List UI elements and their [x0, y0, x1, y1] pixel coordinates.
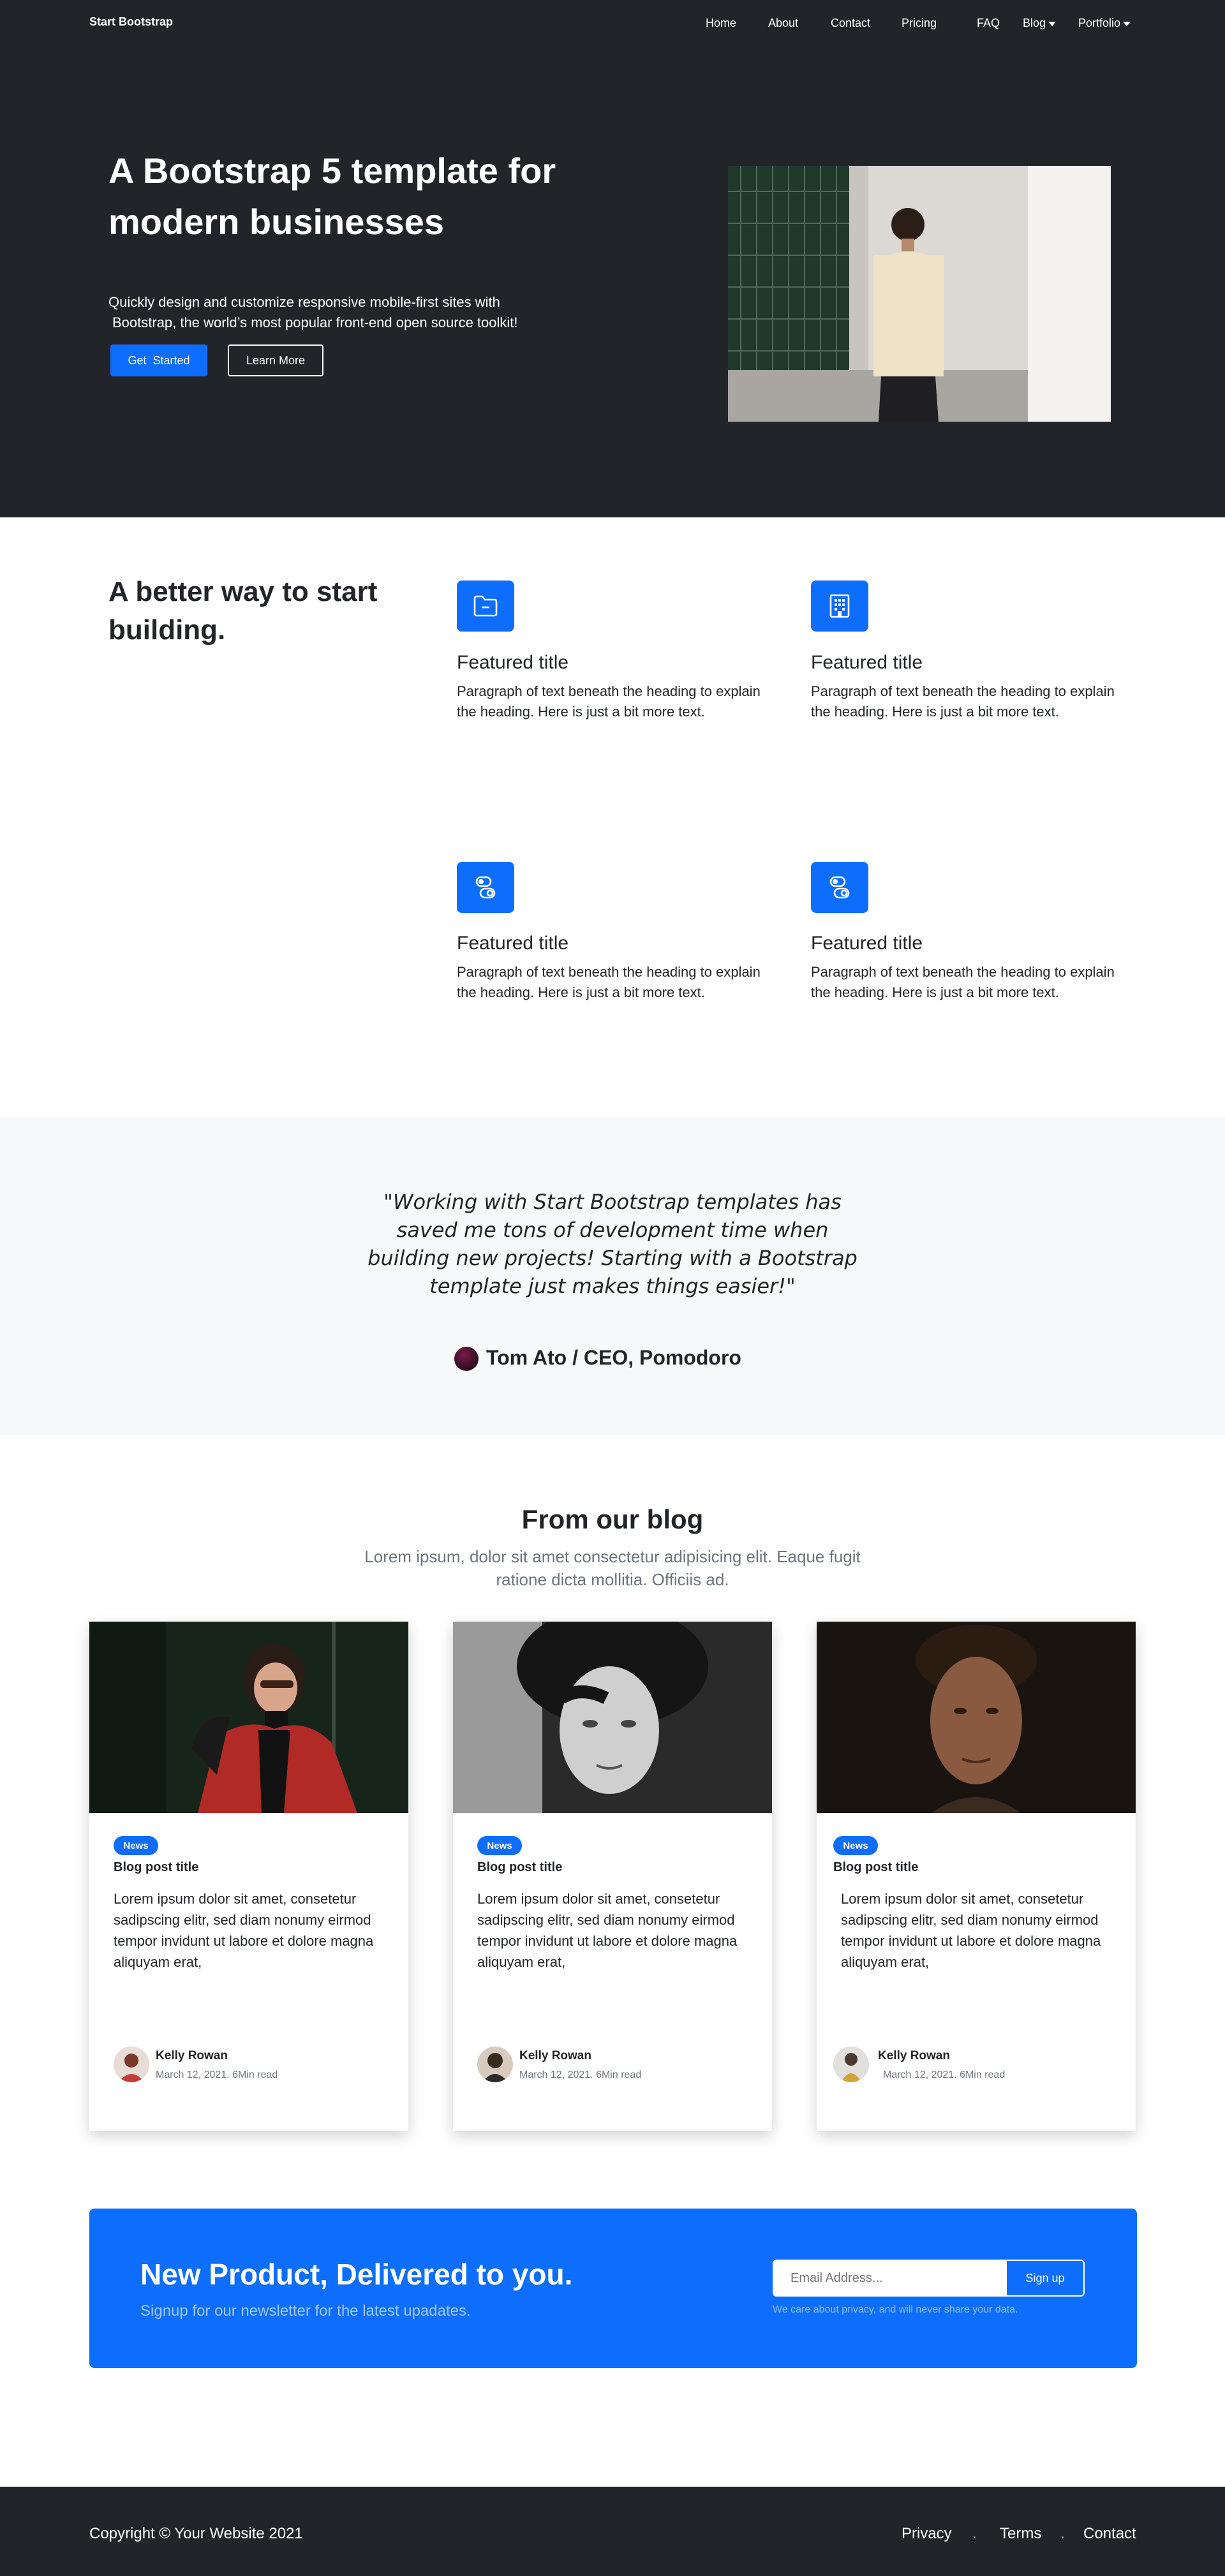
newsletter-title: New Product, Delivered to you.: [140, 2258, 573, 2291]
hero-subtitle-line: Bootstrap, the world’s most popular fron…: [112, 315, 518, 330]
author-name: Kelly Rowan: [519, 2049, 591, 2062]
feature-title: Featured title: [811, 652, 923, 673]
blog-post-title[interactable]: Blog post title: [833, 1860, 918, 1875]
nav-link-contact[interactable]: Contact: [831, 17, 870, 30]
hero-title: A Bootstrap 5 template for modern busine…: [108, 151, 556, 242]
newsletter-subtitle: Signup for our newsletter for the latest…: [140, 2302, 471, 2320]
testimonial-quote: "Working with Start Bootstrap templates …: [368, 1190, 858, 1298]
get-started-button[interactable]: Get Started: [110, 344, 207, 376]
nav-dropdown-portfolio[interactable]: Portfolio: [1078, 17, 1131, 30]
hero-subtitle: Quickly design and customize responsive …: [108, 292, 593, 333]
feature-title: Featured title: [457, 652, 569, 673]
avatar-illustration: [114, 2047, 149, 2082]
feature-title: Featured title: [811, 933, 923, 954]
nav-dropdown-blog[interactable]: Blog: [1023, 17, 1057, 30]
blog-post-title[interactable]: Blog post title: [477, 1860, 562, 1875]
post-meta: March 12, 2021. 6Min read: [519, 2069, 642, 2080]
caret-down-icon: [1123, 21, 1131, 26]
footer-link-terms[interactable]: Terms: [1000, 2525, 1041, 2543]
nav-link-home[interactable]: Home: [706, 17, 736, 30]
hero-photo-illustration: [728, 166, 1111, 422]
hero-subtitle-line: Quickly design and customize responsive …: [108, 294, 500, 310]
nav-link-faq[interactable]: FAQ: [977, 17, 1000, 30]
blog-photo-illustration: [817, 1622, 1136, 1813]
footer-link-contact[interactable]: Contact: [1083, 2525, 1136, 2543]
caret-down-icon: [1048, 21, 1057, 26]
blog-post-title[interactable]: Blog post title: [114, 1860, 198, 1875]
feature-icon-box: [457, 581, 514, 632]
blog-card-image: [817, 1622, 1136, 1813]
blog-photo-illustration: [453, 1622, 772, 1813]
blog-heading: From our blog: [521, 1504, 704, 1534]
nav-link-pricing[interactable]: Pricing: [902, 17, 937, 30]
email-input[interactable]: [773, 2260, 1006, 2297]
author-avatar: [454, 1347, 479, 1371]
signup-button[interactable]: Sign up: [1006, 2260, 1085, 2297]
feature-icon-box: [811, 581, 868, 632]
blog-photo-illustration: [89, 1622, 408, 1813]
building-icon: [829, 594, 850, 618]
blog-subtitle: Lorem ipsum, dolor sit amet consectetur …: [364, 1547, 861, 1589]
blog-post-excerpt: Lorem ipsum dolor sit amet, consetetur s…: [114, 1891, 374, 1970]
blog-card[interactable]: News Blog post title Lorem ipsum dolor s…: [817, 1622, 1136, 2131]
post-meta: March 12, 2021. 6Min read: [156, 2069, 278, 2080]
feature-text: Paragraph of text beneath the heading to…: [457, 964, 761, 1000]
feature-icon-box: [811, 862, 868, 913]
footer-link-privacy[interactable]: Privacy: [902, 2525, 952, 2543]
toggles-icon: [829, 876, 850, 899]
nav-link-about[interactable]: About: [768, 17, 798, 30]
author-avatar: [114, 2047, 149, 2082]
testimonial-author: Tom Ato / CEO, Pomodoro: [486, 1346, 741, 1369]
news-badge[interactable]: News: [477, 1836, 522, 1855]
blog-card[interactable]: News Blog post title Lorem ipsum dolor s…: [89, 1622, 408, 2131]
features-heading: A better way to start building.: [108, 576, 378, 646]
folder-icon: [473, 595, 498, 617]
footer-separator: .: [1060, 2525, 1065, 2542]
learn-more-button[interactable]: Learn More: [228, 344, 323, 376]
nav-dropdown-blog-label: Blog: [1023, 17, 1046, 29]
footer-separator: .: [972, 2525, 977, 2542]
post-meta: March 12, 2021. 6Min read: [883, 2069, 1006, 2080]
news-badge[interactable]: News: [833, 1836, 878, 1855]
feature-title: Featured title: [457, 933, 569, 954]
blog-card-image: [89, 1622, 408, 1813]
feature-text: Paragraph of text beneath the heading to…: [457, 683, 761, 720]
feature-icon-box: [457, 862, 514, 913]
author-avatar: [833, 2047, 869, 2082]
news-badge[interactable]: News: [114, 1836, 158, 1855]
blog-post-excerpt: Lorem ipsum dolor sit amet, consetetur s…: [841, 1891, 1101, 1970]
nav-dropdown-portfolio-label: Portfolio: [1078, 17, 1121, 29]
brand-logo[interactable]: Start Bootstrap: [89, 15, 173, 29]
author-avatar: [477, 2047, 513, 2082]
blog-card[interactable]: News Blog post title Lorem ipsum dolor s…: [453, 1622, 772, 2131]
avatar-illustration: [477, 2047, 513, 2082]
avatar-illustration: [833, 2047, 869, 2082]
feature-text: Paragraph of text beneath the heading to…: [811, 964, 1115, 1000]
blog-post-excerpt: Lorem ipsum dolor sit amet, consetetur s…: [477, 1891, 738, 1970]
hero-image: [728, 166, 1111, 422]
author-name: Kelly Rowan: [878, 2049, 950, 2062]
copyright-text: Copyright © Your Website 2021: [89, 2525, 303, 2542]
author-name: Kelly Rowan: [156, 2049, 228, 2062]
toggles-icon: [475, 876, 496, 899]
feature-text: Paragraph of text beneath the heading to…: [811, 683, 1115, 720]
blog-card-image: [453, 1622, 772, 1813]
privacy-note: We care about privacy, and will never sh…: [773, 2304, 1018, 2315]
